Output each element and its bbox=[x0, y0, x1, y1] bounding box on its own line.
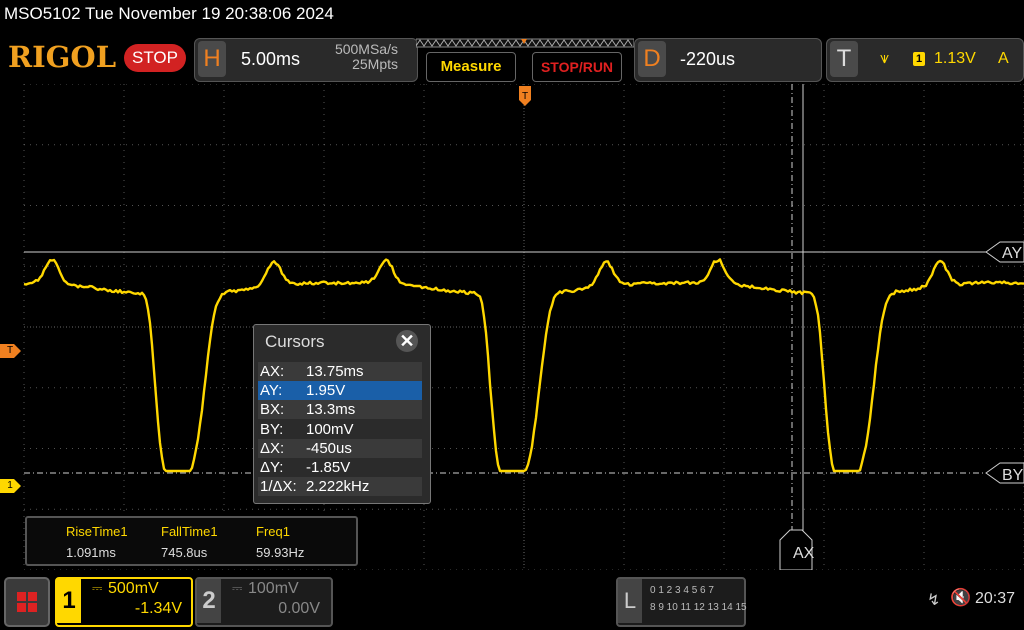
channel1-number: 1 bbox=[57, 579, 81, 623]
trigger-position-label: T bbox=[522, 91, 528, 102]
logic-analyzer-label: L bbox=[618, 579, 642, 623]
main-menu-button[interactable] bbox=[4, 577, 50, 627]
cursor-readout-label: ΔY: bbox=[260, 458, 283, 477]
trigger-slope-icon: ⩛ bbox=[880, 50, 889, 68]
menu-grid-icon bbox=[6, 579, 48, 625]
waveform-display[interactable]: T bbox=[0, 84, 1024, 570]
channel2-scale: 100mV bbox=[248, 580, 299, 598]
cursor-readout-value: 2.222kHz bbox=[306, 477, 369, 496]
status-line: MSO5102 Tue November 19 20:38:06 2024 bbox=[4, 4, 334, 24]
cursor-readout-row[interactable]: BX: 13.3ms bbox=[258, 400, 422, 419]
close-icon[interactable]: ✕ bbox=[396, 330, 418, 352]
stop-run-button[interactable]: STOP/RUN bbox=[532, 52, 622, 82]
trigger-level-marker-label: T bbox=[0, 345, 20, 357]
cursor-readout-row[interactable]: 1/ΔX: 2.222kHz bbox=[258, 477, 422, 496]
graticule bbox=[24, 84, 1024, 570]
memory-position-strip bbox=[416, 38, 634, 48]
cursor-readout-row[interactable]: ΔX: -450us bbox=[258, 439, 422, 458]
ch1-ground-marker-label: 1 bbox=[0, 480, 20, 492]
rigol-logo: RIGOL bbox=[8, 40, 116, 74]
measurement-name: RiseTime1 bbox=[66, 524, 128, 539]
trigger-mode: A bbox=[998, 50, 1009, 68]
channel1-scale: 500mV bbox=[108, 580, 159, 598]
cursors-title: Cursors bbox=[265, 332, 325, 352]
cursor-readout-label: BY: bbox=[260, 420, 283, 439]
cursor-readout-value: 13.75ms bbox=[306, 362, 364, 381]
cursor-readout-label: AX: bbox=[260, 362, 284, 381]
channel2-coupling-icon: ⎓ bbox=[232, 580, 242, 596]
cursor-ax-tag[interactable]: AX bbox=[793, 545, 814, 563]
trigger-position-marker[interactable]: T bbox=[519, 86, 531, 106]
trigger-label: T bbox=[830, 41, 858, 77]
timebase-value: 5.00ms bbox=[241, 49, 300, 70]
horizontal-label: H bbox=[198, 41, 226, 77]
trigger-level: 1.13V bbox=[934, 50, 976, 68]
logic-channels-row2: 8 9 10 11 12 13 14 15 bbox=[650, 602, 747, 613]
cursor-by-tag[interactable]: BY bbox=[1002, 467, 1023, 485]
cursor-readout-label: AY: bbox=[260, 381, 282, 400]
measure-button[interactable]: Measure bbox=[426, 52, 516, 82]
cursor-readout-label: ΔX: bbox=[260, 439, 284, 458]
cursor-readout-label: BX: bbox=[260, 400, 284, 419]
cursor-readout-value: -450us bbox=[306, 439, 352, 458]
run-state-badge[interactable]: STOP bbox=[124, 44, 186, 72]
cursor-readout-value: -1.85V bbox=[306, 458, 350, 477]
memory-depth: 25Mpts bbox=[318, 57, 398, 72]
channel2-offset: 0.00V bbox=[256, 600, 320, 618]
cursor-readout-row[interactable]: AX: 13.75ms bbox=[258, 362, 422, 381]
sample-rate: 500MSa/s bbox=[318, 42, 398, 57]
cursor-ay-tag[interactable]: AY bbox=[1002, 245, 1022, 263]
delay-value: -220us bbox=[680, 49, 735, 70]
trigger-source-badge: 1 bbox=[913, 52, 925, 66]
usb-icon: ↯ bbox=[927, 590, 940, 610]
system-clock: 20:37 bbox=[975, 590, 1015, 608]
channel1-offset: -1.34V bbox=[126, 600, 182, 618]
acquisition-info: 500MSa/s 25Mpts bbox=[318, 42, 398, 72]
cursor-readout-value: 1.95V bbox=[306, 381, 345, 400]
cursor-readout-row[interactable]: AY: 1.95V bbox=[258, 381, 422, 400]
channel2-number: 2 bbox=[197, 579, 221, 623]
cursor-readout-row[interactable]: BY: 100mV bbox=[258, 420, 422, 439]
speaker-muted-icon[interactable]: 🔇 bbox=[950, 588, 971, 608]
channel1-coupling-icon: ⎓ bbox=[92, 580, 102, 596]
measurement-value: 59.93Hz bbox=[256, 545, 304, 560]
delay-label: D bbox=[638, 41, 666, 77]
measurement-name: FallTime1 bbox=[161, 524, 218, 539]
measurement-value: 745.8us bbox=[161, 545, 207, 560]
cursor-readout-value: 100mV bbox=[306, 420, 354, 439]
measurement-value: 1.091ms bbox=[66, 545, 116, 560]
cursor-readout-row[interactable]: ΔY: -1.85V bbox=[258, 458, 422, 477]
logic-channels-row1: 0 1 2 3 4 5 6 7 bbox=[650, 585, 714, 596]
measurement-name: Freq1 bbox=[256, 524, 290, 539]
cursor-readout-value: 13.3ms bbox=[306, 400, 355, 419]
cursor-readout-label: 1/ΔX: bbox=[260, 477, 297, 496]
